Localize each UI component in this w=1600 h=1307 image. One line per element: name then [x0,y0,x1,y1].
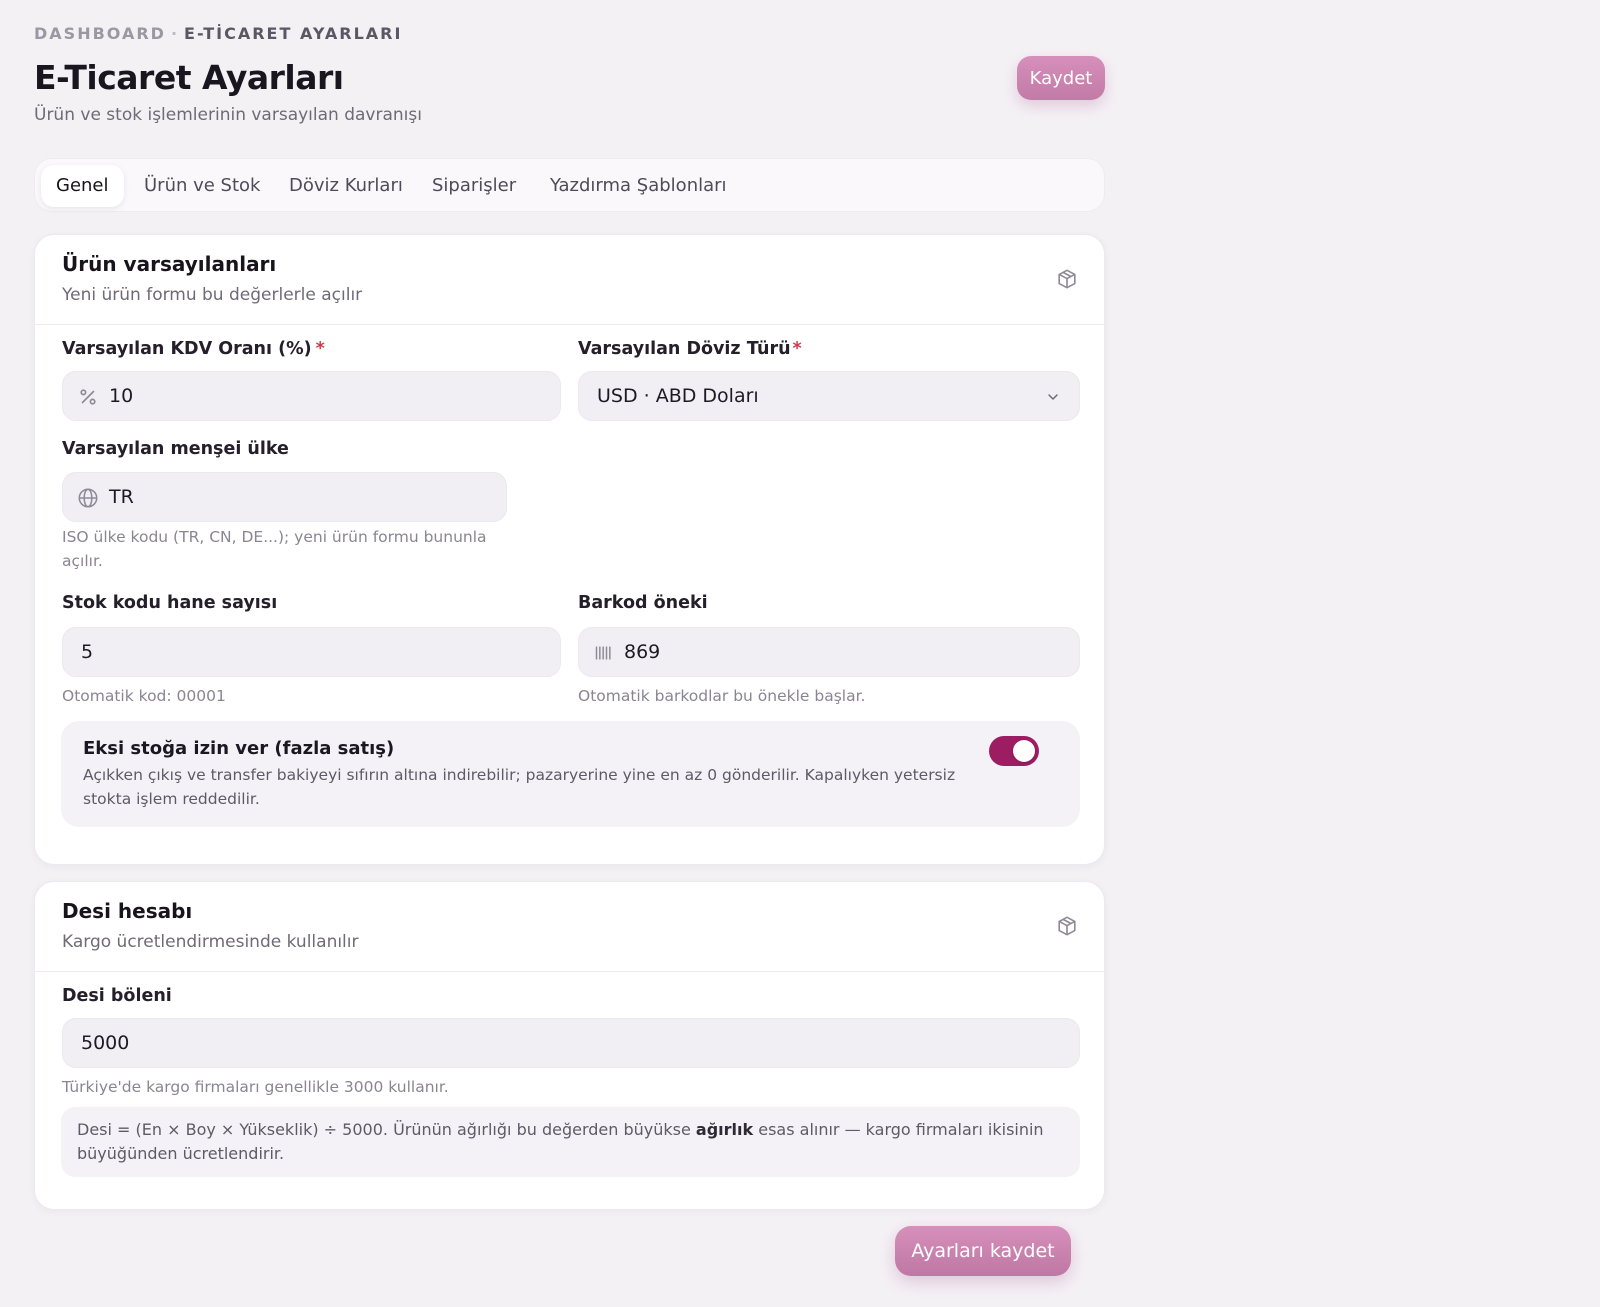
save-settings-button[interactable]: Ayarları kaydet [895,1226,1071,1276]
desi-divisor-hint: Türkiye'de kargo firmaları genellikle 30… [62,1078,449,1096]
breadcrumb: DASHBOARD · E-TİCARET AYARLARI [34,24,402,43]
breadcrumb-dashboard[interactable]: DASHBOARD [34,24,166,43]
tab-bar: Genel Ürün ve Stok Döviz Kurları Sipariş… [34,158,1105,212]
barcode-prefix-hint: Otomatik barkodlar bu önekle başlar. [578,687,866,705]
negative-stock-toggle[interactable] [989,736,1039,766]
product-defaults-title: Ürün varsayılanları [62,252,277,276]
vat-label-text: Varsayılan KDV Oranı (%) [62,339,312,359]
vat-input[interactable]: 10 [62,371,561,421]
page-title: E-Ticaret Ayarları [34,58,344,97]
desi-formula-info: Desi = (En × Boy × Yükseklik) ÷ 5000. Ür… [61,1107,1080,1177]
origin-value: TR [109,486,134,508]
barcode-prefix-label: Barkod öneki [578,593,708,613]
barcode-prefix-input[interactable]: 869 [578,627,1080,677]
breadcrumb-current: E-TİCARET AYARLARI [184,24,403,43]
origin-hint: ISO ülke kodu (TR, CN, DE...); yeni ürün… [62,528,487,570]
vat-label: Varsayılan KDV Oranı (%) * [62,339,325,359]
negative-stock-title: Eksi stoğa izin ver (fazla satış) [83,738,395,759]
origin-input[interactable]: TR [62,472,507,522]
tab-yazdirma-sablonlari[interactable]: Yazdırma Şablonları [535,165,742,207]
barcode-icon [595,646,611,660]
breadcrumb-separator: · [170,24,180,43]
product-defaults-header: Ürün varsayılanları Yeni ürün formu bu d… [35,235,1104,325]
toggle-knob [1013,740,1035,762]
barcode-prefix-value: 869 [624,641,661,663]
stock-digits-value: 5 [81,641,94,663]
chevron-down-icon [1048,394,1058,400]
currency-label-text: Varsayılan Döviz Türü [578,339,791,359]
desi-info-text-1: Desi = (En × Boy × Yükseklik) ÷ 5000. Ür… [77,1120,696,1139]
tab-doviz-kurlari[interactable]: Döviz Kurları [274,165,418,207]
desi-header: Desi hesabı Kargo ücretlendirmesinde kul… [35,882,1104,972]
desi-subtitle: Kargo ücretlendirmesinde kullanılır [62,932,359,952]
tab-genel[interactable]: Genel [41,165,124,207]
stock-digits-hint: Otomatik kod: 00001 [62,687,226,705]
stock-digits-input[interactable]: 5 [62,627,561,677]
tab-urun-ve-stok[interactable]: Ürün ve Stok [129,165,275,207]
negative-stock-description: Açıkken çıkış ve transfer bakiyeyi sıfır… [83,766,956,808]
origin-label: Varsayılan menşei ülke [62,439,289,459]
desi-divisor-label: Desi böleni [62,986,172,1006]
currency-value: USD · ABD Doları [597,385,759,407]
box-icon [1058,916,1076,936]
desi-divisor-input[interactable]: 5000 [62,1018,1080,1068]
product-defaults-card: Ürün varsayılanları Yeni ürün formu bu d… [34,234,1105,865]
negative-stock-setting: Eksi stoğa izin ver (fazla satış) Açıkke… [61,721,1080,827]
stock-digits-label: Stok kodu hane sayısı [62,593,278,613]
desi-title: Desi hesabı [62,899,193,923]
required-mark: * [315,339,325,359]
percent-icon [80,389,96,405]
required-mark: * [792,339,802,359]
currency-select[interactable]: USD · ABD Doları [578,371,1080,421]
page-subtitle: Ürün ve stok işlemlerinin varsayılan dav… [34,105,422,125]
tab-siparisler[interactable]: Siparişler [417,165,531,207]
desi-card: Desi hesabı Kargo ücretlendirmesinde kul… [34,881,1105,1210]
box-icon [1058,269,1076,289]
vat-value: 10 [109,385,134,407]
save-button[interactable]: Kaydet [1017,56,1105,100]
product-defaults-subtitle: Yeni ürün formu bu değerlerle açılır [62,285,363,305]
globe-icon [78,488,98,508]
desi-info-bold: ağırlık [695,1120,754,1139]
currency-label: Varsayılan Döviz Türü * [578,339,802,359]
desi-divisor-value: 5000 [81,1032,130,1054]
